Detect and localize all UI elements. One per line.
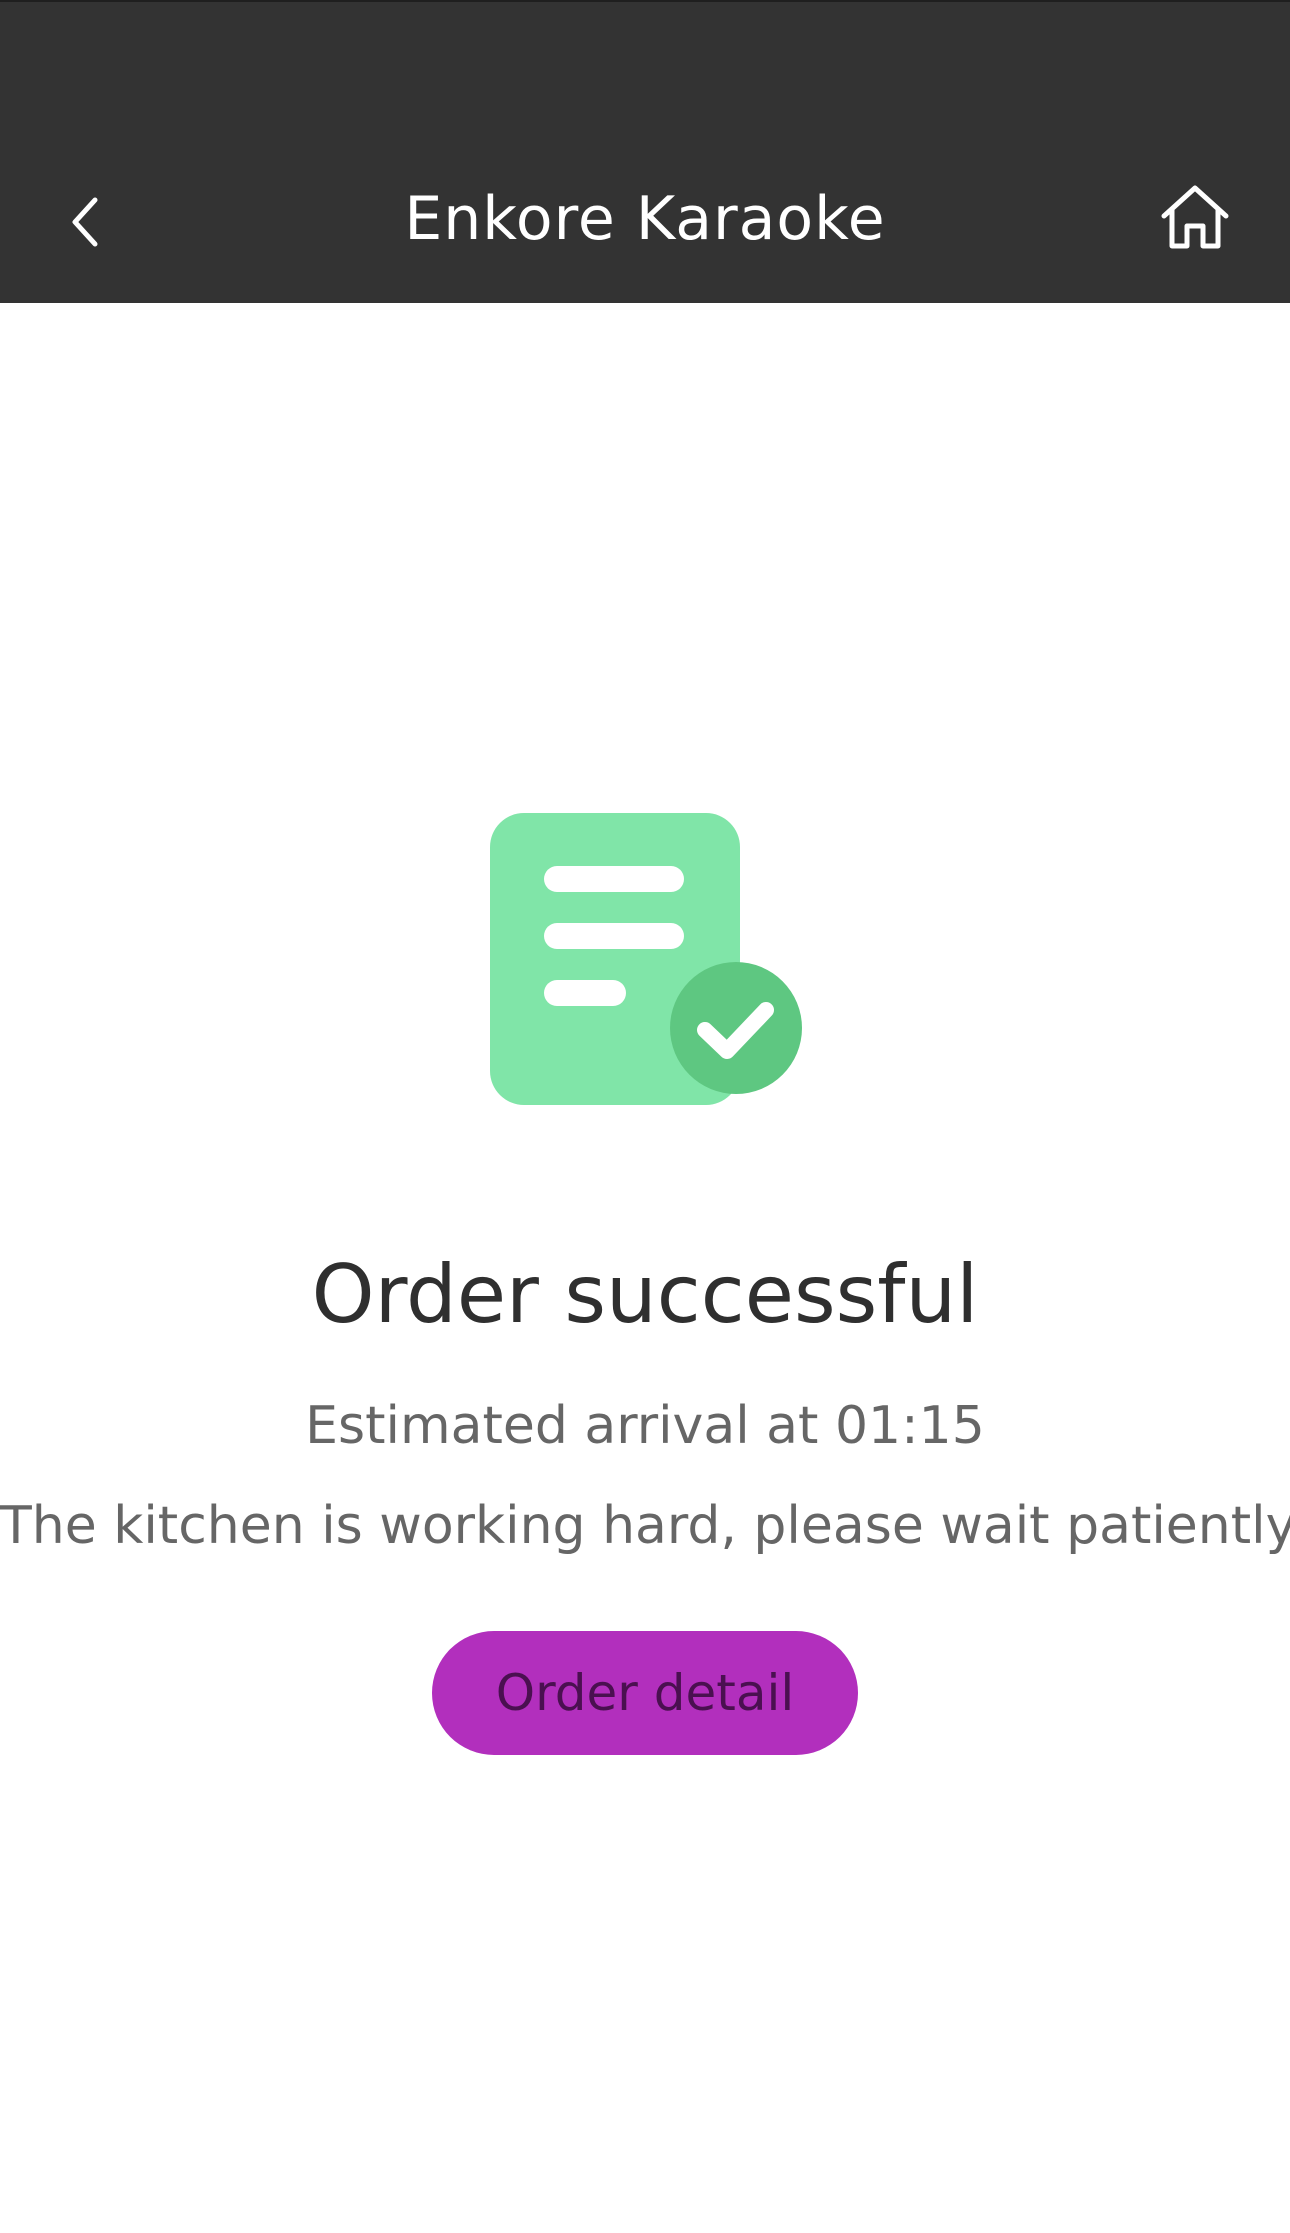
home-icon: [1161, 185, 1229, 249]
order-success-title: Order successful: [311, 1248, 979, 1341]
top-app-bar: Enkore Karaoke: [0, 0, 1290, 303]
order-detail-button[interactable]: Order detail: [432, 1631, 858, 1755]
page-title: Enkore Karaoke: [404, 184, 886, 254]
home-button[interactable]: [1150, 172, 1240, 262]
order-document-check-icon: [490, 813, 802, 1105]
estimated-arrival-text: Estimated arrival at 01:15: [305, 1396, 985, 1456]
order-success-content: Order successful Estimated arrival at 01…: [0, 303, 1290, 2233]
kitchen-status-text: The kitchen is working hard, please wait…: [0, 1496, 1290, 1556]
